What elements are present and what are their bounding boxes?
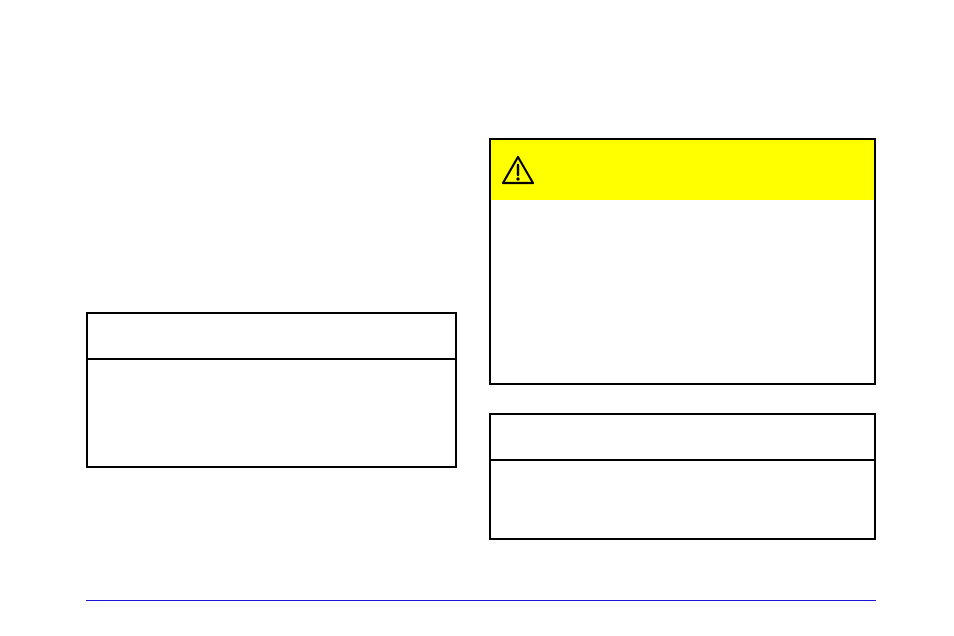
- caution-box-body: [491, 200, 874, 383]
- left-info-box: [86, 312, 457, 468]
- notice-box: [489, 413, 876, 540]
- notice-box-header: [491, 415, 874, 461]
- warning-triangle-icon: [501, 155, 535, 185]
- caution-box: [489, 138, 876, 385]
- caution-box-header: [491, 140, 874, 200]
- footer-horizontal-rule: [86, 600, 876, 601]
- left-info-box-header: [88, 314, 455, 360]
- document-page: [0, 0, 954, 636]
